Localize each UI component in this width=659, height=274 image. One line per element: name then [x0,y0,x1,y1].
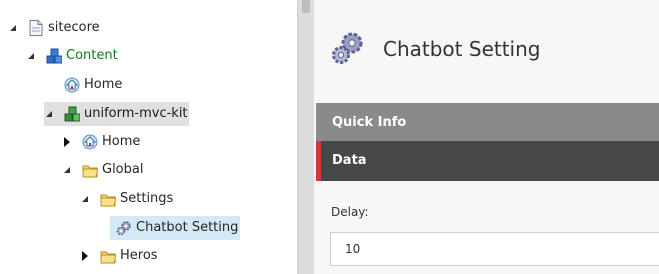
home-icon [82,134,98,150]
expanded-toggle-icon[interactable] [62,165,72,175]
quick-info-section[interactable]: Quick Info [316,103,659,141]
tree-node-label: Content [66,48,118,63]
tree-node-label: Settings [120,191,174,206]
content-editor: Chatbot Setting Quick Info Data Delay: 1… [314,0,659,274]
tree-node-sitecore[interactable]: sitecore [8,16,104,40]
expanded-toggle-icon[interactable] [80,194,90,204]
gears-icon [330,30,366,66]
page-icon [28,20,44,36]
folder-icon [100,191,116,207]
section-label: Data [332,153,367,168]
tree-node-global[interactable]: Global [62,158,147,182]
tree-node-label: Home [84,77,123,92]
splitter-handle[interactable] [302,0,310,13]
tree-node-uniform-mvc-kit[interactable]: uniform-mvc-kit [44,102,189,126]
tree-node-label: Heros [120,248,158,263]
collapsed-toggle-icon[interactable] [62,137,72,147]
page-title: Chatbot Setting [383,37,541,61]
tree-node-label: Home [102,134,141,149]
tree-node-label: sitecore [48,20,100,35]
folder-icon [100,248,116,264]
site-cubes-icon [64,106,80,122]
folder-icon [82,162,98,178]
content-tree: sitecore Content Home uniform-mvc-kit Ho… [0,0,297,274]
delay-label: Delay: [331,205,369,219]
collapsed-toggle-icon[interactable] [80,251,90,261]
content-cubes-icon [46,48,62,64]
tree-node-home[interactable]: Home [64,73,126,97]
gears-icon [116,220,132,236]
expanded-toggle-icon[interactable] [8,23,18,33]
home-icon [64,77,80,93]
expanded-toggle-icon[interactable] [26,51,36,61]
tree-node-label: Global [102,162,144,177]
tree-node-home[interactable]: Home [62,130,144,154]
delay-input[interactable]: 10 [330,232,659,266]
tree-node-label: Chatbot Setting [136,220,239,235]
data-section[interactable]: Data [316,141,659,181]
tree-node-settings[interactable]: Settings [80,187,177,211]
tree-node-content[interactable]: Content [26,44,122,68]
panel-splitter[interactable] [297,0,314,274]
tree-node-heros[interactable]: Heros [80,244,162,268]
tree-node-chatbot-setting[interactable]: Chatbot Setting [110,216,240,240]
section-label: Quick Info [332,115,407,130]
tree-node-label: uniform-mvc-kit [84,106,188,121]
expanded-toggle-icon[interactable] [44,109,54,119]
editor-header: Chatbot Setting [314,0,659,101]
